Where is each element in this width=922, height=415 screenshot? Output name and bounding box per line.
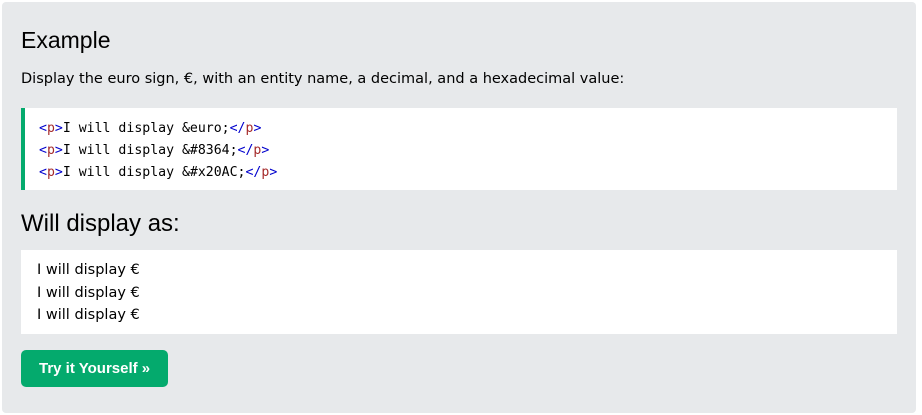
- try-it-yourself-button[interactable]: Try it Yourself »: [21, 350, 169, 387]
- example-panel: Example Display the euro sign, €, with a…: [2, 2, 916, 413]
- output-line: I will display €: [37, 307, 140, 323]
- output-line: I will display €: [37, 284, 140, 301]
- output-block: I will display € I will display € I will…: [21, 250, 897, 334]
- code-line: <p>I will display &#x20AC;</p>: [39, 165, 278, 180]
- output-line: I will display €: [37, 262, 140, 278]
- example-description: Display the euro sign, €, with an entity…: [21, 71, 625, 87]
- output-title: Will display as:: [21, 210, 180, 237]
- example-title: Example: [21, 27, 111, 53]
- code-line: <p>I will display &euro;</p>: [39, 121, 262, 136]
- code-line: <p>I will display &#8364;</p>: [39, 143, 270, 158]
- code-block: <p>I will display &euro;</p> <p>I will d…: [21, 108, 897, 190]
